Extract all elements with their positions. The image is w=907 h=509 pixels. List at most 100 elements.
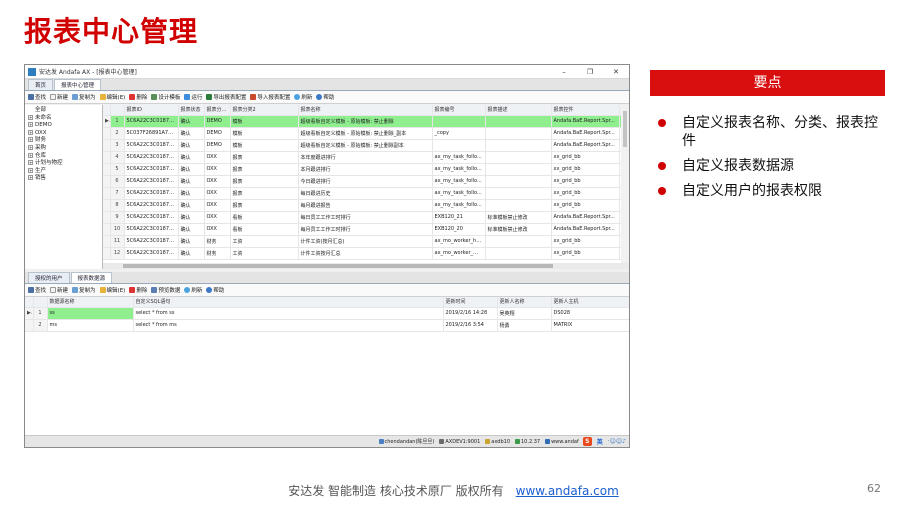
- detail-edit-button[interactable]: 编辑(E): [99, 286, 125, 294]
- table-row[interactable]: 5 5C6A22C3C0187374... 确认 OXX 报表 本月跟进排行 ax_my_t…: [103, 163, 629, 176]
- expand-icon[interactable]: +: [28, 129, 33, 135]
- preview-data-button[interactable]: 预览数据: [151, 286, 180, 294]
- table-row[interactable]: ▶ 1 5C6A22C3C0187398... 确认 DEMO 模板 超级看板自定义模板 -…: [103, 115, 629, 128]
- column-header[interactable]: 报表名称: [298, 105, 433, 116]
- expand-icon[interactable]: +: [28, 152, 33, 158]
- vscroll-thumb[interactable]: [623, 111, 627, 147]
- column-header[interactable]: 报表控件: [551, 105, 620, 116]
- table-cell: 计件工资按月汇总: [298, 247, 433, 260]
- expand-icon[interactable]: +: [28, 114, 33, 120]
- column-header[interactable]: 报表ID: [124, 105, 179, 116]
- table-row[interactable]: 2 5C037F26891A7317... 确认 DEMO 模板 超级看板自定义模板 - …: [103, 127, 629, 140]
- report-grid-vscroll[interactable]: [621, 105, 629, 263]
- column-header[interactable]: [33, 297, 48, 308]
- ime-logo-icon[interactable]: S: [582, 437, 592, 446]
- column-header[interactable]: 报表分类1: [204, 105, 231, 116]
- column-header[interactable]: [25, 297, 34, 308]
- edit-button[interactable]: 编辑(E): [99, 93, 125, 101]
- table-row[interactable]: 3 5C6A22C3C0187399... 确认 DEMO 模板 超级看板自定义模板 - …: [103, 139, 629, 152]
- copy-as-button[interactable]: 复制为: [72, 93, 96, 101]
- column-header[interactable]: 更新人主机: [551, 297, 629, 308]
- design-template-button[interactable]: 设计模板: [151, 93, 180, 101]
- tree-node[interactable]: + 计划与物控: [28, 160, 99, 168]
- tree-node[interactable]: + 财务: [28, 137, 99, 145]
- minimize-icon[interactable]: –: [551, 68, 577, 76]
- tree-node-label: DEMO: [35, 122, 52, 129]
- expand-icon[interactable]: +: [28, 167, 33, 173]
- ime-tools-icon[interactable]: ·☺☺♪: [608, 438, 626, 445]
- detail-find-button[interactable]: 查找: [28, 286, 46, 294]
- expand-icon[interactable]: +: [28, 175, 33, 181]
- expand-icon[interactable]: +: [28, 144, 33, 150]
- restore-icon[interactable]: ❐: [577, 68, 603, 76]
- tree-node[interactable]: + 采购: [28, 144, 99, 153]
- table-row[interactable]: 12 5C6A22C3C0187371... 确认 财务 工资 计件工资按月汇总 ax_mo…: [103, 247, 629, 260]
- footer-link[interactable]: www.andafa.com: [516, 484, 619, 498]
- table-row[interactable]: 7 5C6A22C3C0187372... 确认 OXX 报表 每日跟进历史 ax_my_t…: [103, 187, 629, 200]
- column-header[interactable]: 自定义SQL语句: [133, 297, 444, 308]
- close-icon[interactable]: ✕: [603, 68, 629, 76]
- detail-copy-as-button[interactable]: 复制为: [72, 286, 96, 294]
- tab-home[interactable]: 首页: [28, 79, 54, 90]
- find-button[interactable]: 查找: [28, 93, 46, 101]
- help-button[interactable]: 帮助: [316, 93, 334, 101]
- refresh-button[interactable]: 刷新: [294, 93, 312, 101]
- detail-help-button[interactable]: 帮助: [206, 286, 224, 294]
- import-config-button[interactable]: 导入报表配置: [250, 93, 290, 101]
- table-row[interactable]: 9 5C6A22C3C0187397... 确认 OXX 看板 每日员工工作工时排行 EXB…: [103, 211, 629, 224]
- table-cell: Andafa.BaE.Report.Spr...: [551, 127, 620, 140]
- column-header[interactable]: [103, 105, 111, 116]
- column-header[interactable]: 更新人名称: [497, 297, 552, 308]
- table-row[interactable]: 11 5C6A22C3C0187370... 确认 财务 工资 计件工资(按月汇总) ax_…: [103, 235, 629, 248]
- export-icon: [206, 94, 213, 100]
- tab-report-datasource[interactable]: 报表数据源: [70, 272, 113, 283]
- table-row[interactable]: 10 5C6A22C3C0187400... 确认 OXX 看板 每月员工工作工时排行 EX…: [103, 223, 629, 236]
- delete-button[interactable]: 删除: [129, 93, 147, 101]
- table-row[interactable]: ▶ 1 ss select * from ss 2019/2/16 14:28 吴英翔 DS…: [25, 307, 629, 320]
- detail-new-label: 新建: [57, 288, 69, 294]
- table-row[interactable]: 6 5C6A22C3C0187375... 确认 OXX 报表 今日跟进排行 ax_my_t…: [103, 175, 629, 188]
- new-button[interactable]: 新建: [50, 93, 68, 101]
- tab-report-center[interactable]: 报表中心管理: [54, 79, 102, 90]
- expand-icon[interactable]: +: [28, 122, 33, 128]
- detail-delete-button[interactable]: 删除: [129, 286, 147, 294]
- expand-icon[interactable]: +: [28, 160, 33, 166]
- table-cell: [485, 199, 552, 212]
- tree-node-label: 未命名: [35, 114, 52, 121]
- column-header[interactable]: [110, 105, 125, 116]
- help-icon: [316, 94, 323, 100]
- hscroll-thumb[interactable]: [123, 264, 553, 268]
- column-header[interactable]: 报表分类2: [230, 105, 299, 116]
- column-header[interactable]: 报表描述: [485, 105, 552, 116]
- column-header[interactable]: 报表状态: [178, 105, 205, 116]
- status-database: axdb10: [485, 439, 510, 445]
- table-cell: 5C6A22C3C0187397...: [124, 211, 179, 224]
- ime-mode[interactable]: 英: [597, 437, 603, 446]
- status-user-text: chendandan(陈旦旦): [384, 439, 435, 445]
- tree-node[interactable]: + 销售: [28, 175, 99, 183]
- table-cell: OXX: [204, 223, 231, 236]
- tree-node[interactable]: + DEMO: [28, 122, 99, 130]
- table-cell: [103, 163, 111, 176]
- column-header[interactable]: 报表编号: [432, 105, 486, 116]
- column-header[interactable]: 数据源名称: [47, 297, 134, 308]
- column-header[interactable]: 更新时间: [443, 297, 498, 308]
- table-cell: 超级看板自定义模板 - 原始模板: 禁止删除_副本: [298, 127, 433, 140]
- detail-new-button[interactable]: 新建: [50, 286, 68, 294]
- tab-authorized-users[interactable]: 授权的用户: [28, 272, 70, 283]
- export-config-button[interactable]: 导出报表配置: [206, 93, 246, 101]
- detail-refresh-button[interactable]: 刷新: [184, 286, 202, 294]
- copy-icon: [72, 94, 79, 100]
- run-button[interactable]: 运行: [184, 93, 202, 101]
- tree-node[interactable]: 全部: [28, 107, 99, 115]
- table-cell: 7: [110, 187, 125, 200]
- expand-icon[interactable]: +: [28, 137, 33, 143]
- table-row[interactable]: 8 5C6A22C3C0187373... 确认 OXX 报表 每月跟进报告 ax_my_t…: [103, 199, 629, 212]
- table-cell: 5C037F26891A7317...: [124, 127, 179, 140]
- tree-node[interactable]: + 未命名: [28, 114, 99, 123]
- report-grid-hscroll[interactable]: [103, 263, 629, 269]
- table-row[interactable]: 2 ms select * from ms 2019/2/16 3:54 杨勇 MATRI…: [25, 319, 629, 332]
- database-icon: [485, 439, 491, 444]
- table-cell: 2: [110, 127, 125, 140]
- table-row[interactable]: 4 5C6A22C3C0187376... 确认 OXX 报表 本年度跟进排行 ax_my_…: [103, 151, 629, 164]
